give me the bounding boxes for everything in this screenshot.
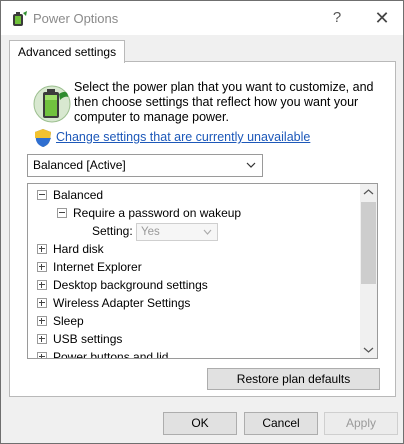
- tree-item-label: Hard disk: [53, 242, 104, 256]
- shield-icon: [35, 129, 51, 147]
- restore-plan-defaults-button[interactable]: Restore plan defaults: [207, 368, 380, 390]
- tree-item-balanced[interactable]: Balanced: [28, 186, 358, 204]
- change-settings-link[interactable]: Change settings that are currently unava…: [56, 130, 310, 144]
- battery-power-icon: [33, 85, 71, 123]
- ok-button[interactable]: OK: [163, 412, 237, 435]
- expand-icon[interactable]: [37, 316, 47, 326]
- tree-item-label: Balanced: [53, 188, 104, 202]
- expand-icon[interactable]: [37, 298, 47, 308]
- settings-panel: Select the power plan that you want to c…: [9, 61, 396, 397]
- tree-item-usb-settings[interactable]: USB settings: [28, 330, 358, 348]
- expand-icon[interactable]: [37, 280, 47, 290]
- collapse-icon[interactable]: [37, 190, 47, 200]
- setting-value-dropdown[interactable]: Yes: [136, 223, 218, 241]
- power-options-window: Power Options ? ✕ Advanced settings Sele…: [0, 0, 404, 444]
- tree-item-label: Require a password on wakeup: [73, 206, 242, 220]
- tree-item-label: USB settings: [53, 332, 123, 346]
- cancel-button[interactable]: Cancel: [244, 412, 318, 435]
- intro-text: Select the power plan that you want to c…: [74, 80, 374, 124]
- expand-icon[interactable]: [37, 334, 47, 344]
- scroll-up-arrow-icon[interactable]: [360, 184, 377, 201]
- tree-item-label: Sleep: [53, 314, 84, 328]
- power-plan-dropdown[interactable]: Balanced [Active]: [27, 154, 263, 177]
- scroll-down-arrow-icon[interactable]: [360, 341, 377, 358]
- tree-item-require-password[interactable]: Require a password on wakeup: [28, 204, 358, 222]
- collapse-icon[interactable]: [57, 208, 67, 218]
- tree-item-sleep[interactable]: Sleep: [28, 312, 358, 330]
- setting-label: Setting:: [92, 224, 133, 238]
- expand-icon[interactable]: [37, 352, 47, 358]
- apply-button[interactable]: Apply: [324, 412, 398, 435]
- vertical-scrollbar[interactable]: [360, 184, 377, 358]
- close-button[interactable]: ✕: [369, 7, 395, 29]
- expand-icon[interactable]: [37, 244, 47, 254]
- tab-advanced-settings[interactable]: Advanced settings: [9, 40, 126, 63]
- help-button[interactable]: ?: [325, 7, 349, 29]
- title-bar: Power Options ? ✕: [1, 1, 403, 35]
- chevron-down-icon: [246, 162, 256, 168]
- tree-item-label: Internet Explorer: [53, 260, 142, 274]
- tree-setting-row: Setting: Yes: [28, 222, 358, 241]
- tree-item-power-buttons[interactable]: Power buttons and lid: [28, 348, 358, 359]
- tree-item-label: Power buttons and lid: [53, 350, 169, 359]
- tree-item-label: Wireless Adapter Settings: [53, 296, 191, 310]
- tree-item-wireless-adapter[interactable]: Wireless Adapter Settings: [28, 294, 358, 312]
- tree-item-internet-explorer[interactable]: Internet Explorer: [28, 258, 358, 276]
- tree-item-desktop-background[interactable]: Desktop background settings: [28, 276, 358, 294]
- power-options-app-icon: [13, 11, 27, 26]
- tree-item-label: Desktop background settings: [53, 278, 208, 292]
- settings-tree[interactable]: Balanced Require a password on wakeup Se…: [27, 183, 378, 359]
- scrollbar-thumb[interactable]: [361, 202, 376, 284]
- setting-value: Yes: [141, 226, 160, 238]
- window-title: Power Options: [33, 11, 119, 26]
- tree-item-hard-disk[interactable]: Hard disk: [28, 240, 358, 258]
- power-plan-value: Balanced [Active]: [33, 158, 126, 172]
- expand-icon[interactable]: [37, 262, 47, 272]
- chevron-down-icon: [203, 229, 212, 235]
